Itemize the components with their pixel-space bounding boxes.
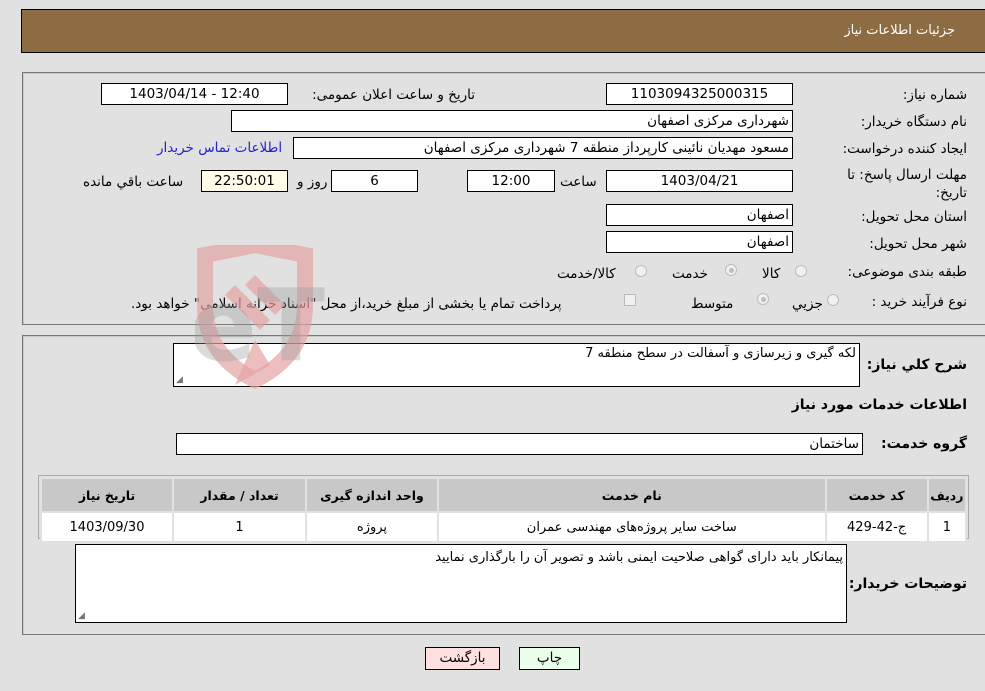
table-row: 1 ج-42-429 ساخت سایر پروژه‌های مهندسی عم…: [39, 511, 968, 543]
process-option-medium: متوسط: [691, 296, 734, 312]
services-heading: اطلاعات خدمات مورد نیاز: [791, 397, 967, 413]
need-number-label: شماره نیاز:: [902, 87, 967, 103]
col-header-service-name: نام خدمت: [436, 477, 827, 513]
province-field: اصفهان: [606, 204, 793, 226]
city-label: شهر محل تحویل:: [869, 236, 967, 252]
buyer-org-label: نام دستگاه خریدار:: [860, 114, 967, 130]
buyer-notes-textarea[interactable]: پیمانکار باید دارای گواهی صلاحیت ایمنی ب…: [75, 544, 847, 623]
buyer-notes-text: پیمانکار باید دارای گواهی صلاحیت ایمنی ب…: [435, 550, 843, 565]
remaining-time-field: 22:50:01: [201, 170, 288, 192]
col-header-unit: واحد اندازه گیری: [305, 477, 439, 513]
cell-unit: پروژه: [305, 511, 439, 543]
remaining-time-label: ساعت باقي مانده: [83, 174, 184, 190]
days-label: روز و: [297, 174, 328, 190]
description-textarea[interactable]: لکه گیری و زیرسازی و آسفالت در سطح منطقه…: [173, 343, 860, 387]
buyer-org-field: شهرداری مرکزی اصفهان: [231, 110, 793, 132]
announce-datetime-field: 1403/04/14 - 12:40: [101, 83, 288, 105]
back-button[interactable]: بازگشت: [425, 647, 500, 670]
process-radio-medium[interactable]: [757, 293, 769, 305]
service-group-label: گروه خدمت:: [881, 436, 967, 452]
category-option-goods-service: کالا/خدمت: [557, 266, 616, 282]
buyer-contact-link[interactable]: اطلاعات تماس خریدار: [157, 140, 282, 156]
cell-need-date: 1403/09/30: [39, 511, 175, 543]
description-text: لکه گیری و زیرسازی و آسفالت در سطح منطقه…: [585, 346, 856, 361]
category-option-service: خدمت: [672, 266, 708, 282]
remaining-days-field: 6: [331, 170, 418, 192]
col-header-row-number: ردیف: [926, 477, 968, 513]
process-radio-minor[interactable]: [827, 294, 839, 306]
deadline-time-field: 12:00: [467, 170, 555, 192]
process-option-minor: جزيي: [792, 296, 823, 312]
city-field: اصفهان: [606, 231, 793, 253]
table-header-row: ردیف کد خدمت نام خدمت واحد اندازه گیری ت…: [39, 477, 968, 513]
category-radio-goods[interactable]: [795, 265, 807, 277]
province-label: استان محل تحویل:: [861, 209, 967, 225]
category-option-goods: کالا: [762, 266, 781, 282]
cell-service-code: ج-42-429: [824, 511, 929, 543]
requester-label: ایجاد کننده درخواست:: [842, 141, 967, 157]
treasury-checkbox[interactable]: [624, 294, 636, 306]
deadline-date-field: 1403/04/21: [606, 170, 793, 192]
page-title: جزئیات اطلاعات نیاز: [844, 23, 955, 38]
page-header: جزئیات اطلاعات نیاز: [21, 9, 985, 53]
cell-service-name: ساخت سایر پروژه‌های مهندسی عمران: [436, 511, 827, 543]
category-radio-service[interactable]: [725, 264, 737, 276]
announce-datetime-label: تاریخ و ساعت اعلان عمومی:: [312, 87, 475, 103]
cell-row-number: 1: [926, 511, 968, 543]
col-header-service-code: کد خدمت: [824, 477, 929, 513]
service-group-field: ساختمان: [176, 433, 863, 455]
category-label: طبقه بندی موضوعی:: [847, 264, 967, 280]
deadline-label: مهلت ارسال پاسخ: تا تاریخ:: [847, 167, 967, 201]
requester-field: مسعود مهدیان نائینی کارپرداز منطقه 7 شهر…: [293, 137, 793, 159]
col-header-need-date: تاریخ نیاز: [39, 477, 175, 513]
treasury-note: پرداخت تمام یا بخشی از مبلغ خرید،از محل …: [131, 296, 562, 312]
resize-grip-icon[interactable]: ◢: [176, 375, 183, 385]
col-header-quantity: تعداد / مقدار: [172, 477, 307, 513]
category-radio-goods-service[interactable]: [635, 265, 647, 277]
print-button[interactable]: چاپ: [519, 647, 580, 670]
purchase-process-label: نوع فرآیند خرید :: [871, 294, 967, 310]
resize-grip-icon[interactable]: ◢: [78, 611, 85, 621]
services-table: ردیف کد خدمت نام خدمت واحد اندازه گیری ت…: [39, 477, 968, 543]
cell-quantity: 1: [172, 511, 307, 543]
need-number-field: 1103094325000315: [606, 83, 793, 105]
description-label: شرح کلي نیاز:: [866, 357, 967, 373]
buyer-notes-label: توضیحات خریدار:: [848, 576, 967, 592]
deadline-time-label: ساعت: [560, 174, 597, 190]
